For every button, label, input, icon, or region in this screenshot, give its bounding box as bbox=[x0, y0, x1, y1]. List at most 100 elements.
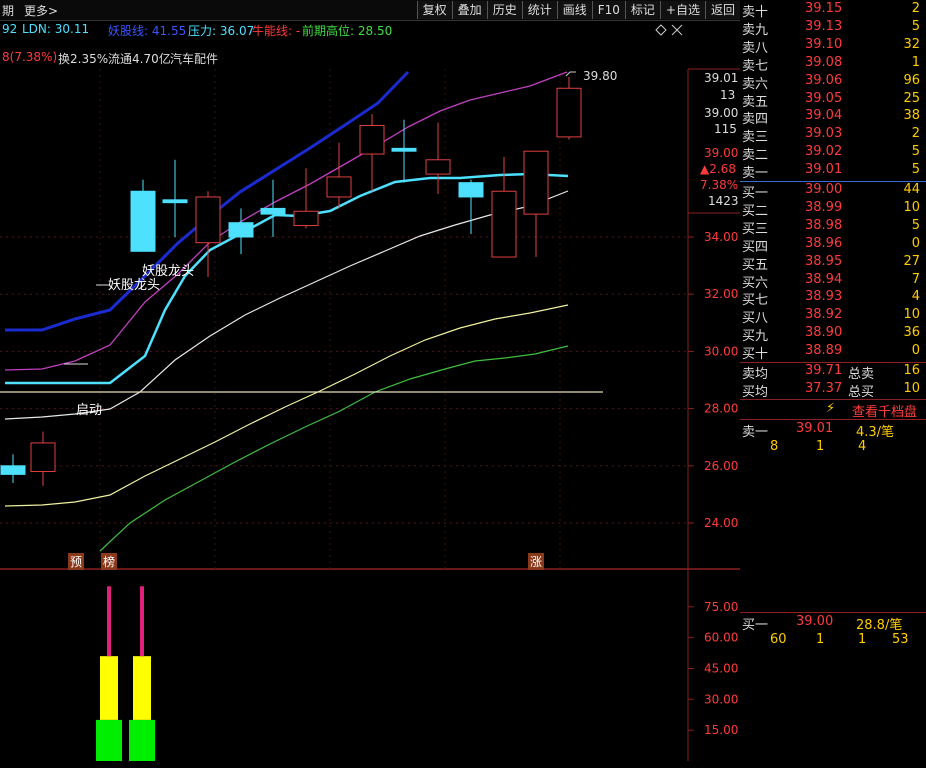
price-axis: 34.00 32.00 30.00 28.00 26.00 24.00 bbox=[688, 230, 738, 530]
toolbar-button-2[interactable]: 历史 bbox=[486, 1, 522, 19]
close-icon[interactable] bbox=[671, 24, 683, 36]
price-change-percent: 7.38% bbox=[700, 178, 739, 192]
candle-9 bbox=[359, 114, 385, 192]
orderbook-row[interactable]: 买二 38.99 10 bbox=[740, 199, 926, 219]
diamond-icon[interactable] bbox=[655, 24, 667, 36]
queue-item: 53 bbox=[892, 632, 909, 647]
orderbook-avg-row: 卖均 39.71 总卖 16 bbox=[740, 363, 926, 382]
level-volume: 5 bbox=[911, 217, 920, 233]
level-volume: 0 bbox=[911, 235, 920, 251]
period-selector[interactable]: 期 bbox=[2, 2, 14, 19]
level-name: 买九 bbox=[742, 329, 769, 345]
price-tick-5: 24.00 bbox=[704, 516, 738, 530]
level-volume: 27 bbox=[903, 253, 920, 269]
current-volume: 13 bbox=[720, 88, 736, 102]
toolbar-button-0[interactable]: 复权 bbox=[416, 1, 452, 19]
orderbook-row[interactable]: 买八 38.92 10 bbox=[740, 307, 926, 326]
ma-white-line bbox=[4, 190, 569, 420]
more-menu[interactable]: 更多> bbox=[24, 2, 58, 19]
avg-price: 37.37 bbox=[805, 381, 843, 396]
toolbar-button-3[interactable]: 统计 bbox=[521, 1, 557, 19]
level-price: 39.04 bbox=[805, 108, 843, 124]
level-price: 39.08 bbox=[805, 54, 843, 70]
level-price: 39.01 bbox=[805, 162, 843, 178]
level-name: 卖九 bbox=[742, 22, 769, 38]
toolbar-button-4[interactable]: 画线 bbox=[556, 1, 592, 19]
lightning-icon: ⚡ bbox=[826, 401, 836, 416]
orderbook-row[interactable]: 买四 38.96 0 bbox=[740, 235, 926, 255]
orderbook-row[interactable]: 卖五 39.05 25 bbox=[740, 91, 926, 110]
orderbook-row[interactable]: 买六 38.94 7 bbox=[740, 271, 926, 291]
candle-15 bbox=[556, 76, 582, 140]
badge-bang[interactable]: 榜 bbox=[101, 553, 118, 570]
order-book: 卖十 39.15 2 卖九 39.13 5 卖八 39.10 32 卖七 39.08 1 卖六 39.06… bbox=[740, 0, 926, 768]
turnover-rate: 换2.35% bbox=[58, 52, 109, 66]
orderbook-row[interactable]: 卖九 39.13 5 bbox=[740, 19, 926, 38]
sub-tick-4: 15.00 bbox=[704, 723, 738, 737]
prior-high-value: 前期高位: 28.50 bbox=[302, 24, 393, 38]
orderbook-row[interactable]: 卖六 39.06 96 bbox=[740, 73, 926, 92]
level-price: 38.93 bbox=[805, 289, 843, 305]
orderbook-row[interactable]: 买三 38.98 5 bbox=[740, 217, 926, 237]
level-volume: 1 bbox=[911, 54, 920, 70]
level-volume: 10 bbox=[903, 199, 920, 215]
queue-item: 60 bbox=[770, 632, 787, 647]
price-tick-0: 34.00 bbox=[704, 230, 738, 244]
level-volume: 7 bbox=[911, 271, 920, 287]
sector-name: 汽车配件 bbox=[170, 52, 219, 66]
price-tick-1: 32.00 bbox=[704, 287, 738, 301]
change-percent: 8(7.38%) bbox=[2, 50, 58, 64]
view-depth-link[interactable]: ⚡ 查看千档盘 bbox=[740, 401, 926, 420]
toolbar-button-8[interactable]: 返回 bbox=[704, 1, 740, 19]
orderbook-row[interactable]: 卖四 39.04 38 bbox=[740, 108, 926, 127]
level-price: 38.99 bbox=[805, 199, 843, 215]
level-price: 38.98 bbox=[805, 217, 843, 233]
orderbook-row[interactable]: 买一 39.00 44 bbox=[740, 182, 926, 201]
queue-item: 8 bbox=[770, 439, 779, 454]
candle-4 bbox=[195, 191, 221, 278]
orderbook-row[interactable]: 买九 38.90 36 bbox=[740, 325, 926, 345]
ma-cyan-line bbox=[5, 172, 569, 385]
level-name: 卖十 bbox=[742, 5, 769, 20]
level-name: 买七 bbox=[742, 293, 769, 309]
orderbook-row[interactable]: 卖一 39.01 5 bbox=[740, 162, 926, 181]
orderbook-row[interactable]: 买五 38.95 27 bbox=[740, 253, 926, 273]
orderbook-row[interactable]: 卖七 39.08 1 bbox=[740, 54, 926, 74]
candle-10 bbox=[391, 119, 417, 183]
orderbook-row[interactable]: 卖十 39.15 2 bbox=[740, 1, 926, 20]
toolbar-button-5[interactable]: F10 bbox=[591, 1, 625, 19]
orderbook-row[interactable]: 卖三 39.03 2 bbox=[740, 126, 926, 146]
candle-12 bbox=[458, 179, 484, 235]
candle-1 bbox=[30, 431, 56, 486]
level-name: 卖七 bbox=[742, 58, 769, 74]
ma-magenta-line bbox=[4, 71, 568, 371]
orderbook-row[interactable]: 买十 38.89 0 bbox=[740, 343, 926, 363]
level-name: 卖三 bbox=[742, 130, 769, 146]
toolbar-button-7[interactable]: +自选 bbox=[659, 1, 705, 19]
badge-zhang[interactable]: 涨 bbox=[528, 553, 545, 570]
sub-panel bbox=[96, 586, 155, 761]
detail-per: 4.3/笔 bbox=[856, 425, 895, 440]
avg-name: 卖均 bbox=[742, 367, 769, 382]
sub-tick-1: 60.00 bbox=[704, 631, 738, 645]
kline-chart[interactable]: 34.00 32.00 30.00 28.00 26.00 24.00 75.00 60.0… bbox=[0, 21, 740, 761]
detail-name: 卖一 bbox=[742, 425, 769, 440]
sub-bar-1 bbox=[129, 586, 155, 761]
view-depth-label: 查看千档盘 bbox=[852, 405, 918, 420]
toolbar-button-1[interactable]: 叠加 bbox=[451, 1, 487, 19]
yaogu-line-value: 妖股线: 41.55 bbox=[108, 24, 187, 38]
level-price: 39.00 bbox=[805, 182, 843, 197]
level-price: 38.92 bbox=[805, 307, 843, 323]
detail-queue: 8 1 4 bbox=[740, 439, 926, 457]
candle-11 bbox=[425, 122, 451, 195]
orderbook-row[interactable]: 卖二 39.02 5 bbox=[740, 144, 926, 163]
orderbook-row[interactable]: 买七 38.93 4 bbox=[740, 289, 926, 309]
badge-yu[interactable]: 预 bbox=[68, 553, 85, 570]
pressure-value: 压力: 36.07 bbox=[188, 24, 255, 38]
yaogu-label-2: 妖股龙头 bbox=[108, 278, 161, 293]
level-name: 买十 bbox=[742, 347, 769, 363]
sub-tick-3: 30.00 bbox=[704, 692, 738, 706]
toolbar-button-6[interactable]: 标记 bbox=[624, 1, 660, 19]
orderbook-row[interactable]: 卖八 39.10 32 bbox=[740, 37, 926, 56]
level-name: 卖六 bbox=[742, 76, 769, 92]
